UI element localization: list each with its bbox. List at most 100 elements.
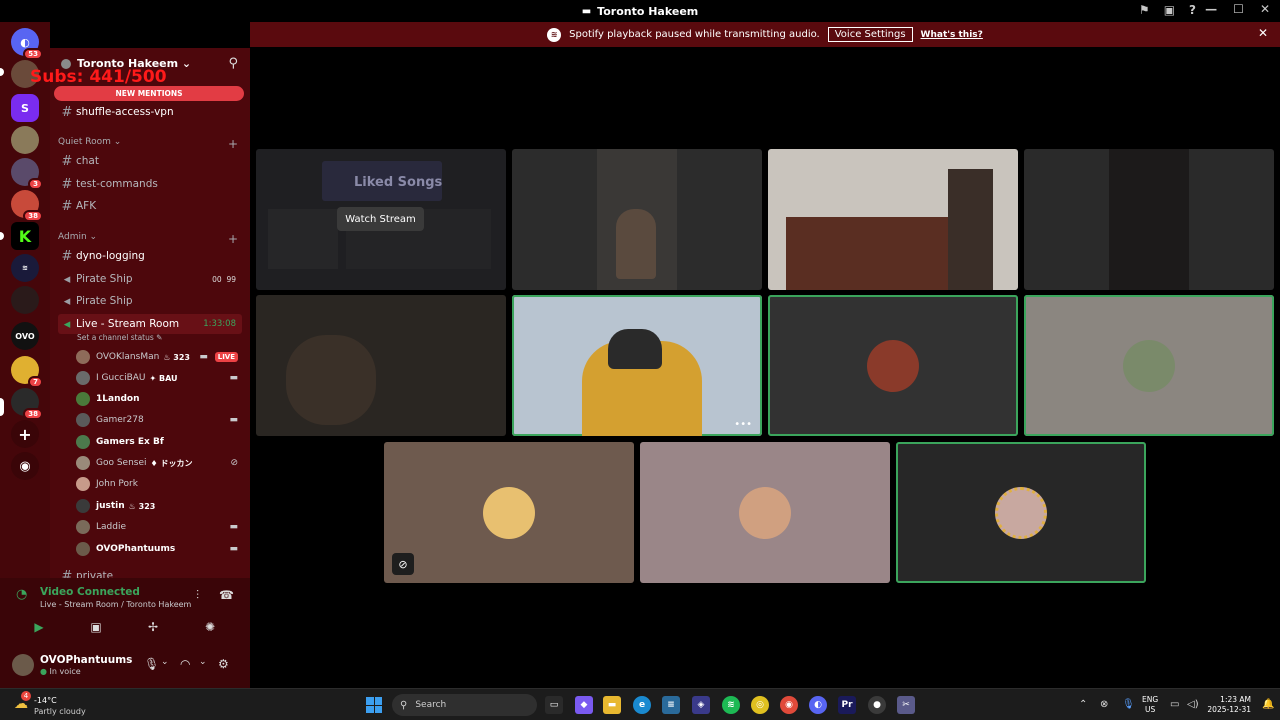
chevron-down-icon[interactable]: ⌄ [161,657,169,667]
weather-widget[interactable]: ☁ 4 -14°C Partly cloudy [12,691,102,717]
tray-chevron-icon[interactable]: ⌃ [1079,699,1087,710]
app-icon[interactable]: ◈ [692,696,710,714]
edge-icon[interactable]: e [633,696,651,714]
more-options-icon[interactable]: ••• [734,419,752,430]
member-row[interactable]: OVOPhantuums ▬ [76,539,242,559]
notepad-icon[interactable]: ≡ [662,696,680,714]
member-row[interactable]: I GucciBAU ✦ BAU ▬ [76,368,242,388]
noise-suppression-icon[interactable]: ⫶ [196,588,199,603]
language-indicator[interactable]: ENG US [1142,695,1158,715]
close-banner-icon[interactable]: ✕ [1258,26,1268,40]
member-row[interactable]: Gamers Ex Bf [76,432,242,452]
add-channel-icon[interactable]: + [228,137,238,151]
channel-private[interactable]: # private [58,566,242,579]
server-purple-icon[interactable]: S [11,94,39,122]
new-mentions-pill[interactable]: NEW MENTIONS [54,86,244,101]
minimize-button[interactable]: — [1205,2,1217,16]
member-row[interactable]: Goo Sensei ♦ ドッカン ⊘ [76,453,242,473]
app-icon[interactable]: ✂ [897,696,915,714]
server-dark-icon[interactable] [11,286,39,314]
server-ovo-icon[interactable]: OVO [11,322,39,350]
chrome-icon[interactable]: ◉ [780,696,798,714]
channel-shuffle-access-vpn[interactable]: # shuffle-access-vpn [58,102,242,122]
whats-this-link[interactable]: What's this? [921,30,983,40]
category-quiet-room[interactable]: Quiet Room ⌄ + [58,137,242,151]
start-button[interactable] [366,697,382,713]
user-name[interactable]: OVOPhantuums [40,654,132,666]
channel-dyno-logging[interactable]: # dyno-logging [58,246,242,266]
server-logo-icon[interactable]: ≋ [11,254,39,282]
add-server-icon[interactable]: + [11,420,39,448]
soundboard-button[interactable]: ✺ [185,616,235,638]
channel-pirate-ship-1[interactable]: ◂ Pirate Ship 00 99 [58,269,242,289]
avatar-tile[interactable]: ⊘ [384,442,634,583]
member-row[interactable]: Gamer278 ▬ [76,410,242,430]
channel-afk[interactable]: # AFK [58,196,242,216]
tray-network-icon[interactable]: ⊗ [1100,699,1108,710]
camera-button[interactable]: ▶ [14,616,64,638]
channel-status[interactable]: Set a channel status ✎ [77,333,162,342]
video-tile[interactable] [512,149,762,290]
avatar-tile-speaking[interactable] [896,442,1146,583]
settings-gear-icon[interactable]: ⚙ [218,657,229,671]
member-row[interactable]: 1Landon [76,389,242,409]
premiere-icon[interactable]: Pr [838,696,856,714]
volume-icon[interactable]: ◁) [1187,699,1199,710]
chevron-down-icon[interactable]: ⌄ [199,657,207,667]
avatar-tile-speaking[interactable] [1024,295,1274,436]
server-simpsons-icon[interactable]: 7 [11,356,43,388]
discover-icon[interactable]: ◉ [11,452,39,480]
microphone-icon[interactable]: 🎙 [144,657,159,671]
video-tile[interactable] [768,149,1018,290]
inbox-icon[interactable]: ▣ [1164,3,1175,17]
invite-people-icon[interactable]: ⚲ [228,56,238,71]
wifi-icon[interactable]: ▭ [1170,699,1179,710]
activities-button[interactable]: ✢ [128,616,178,638]
member-row[interactable]: justin ♨ 323 [76,496,242,516]
voice-settings-button[interactable]: Voice Settings [827,27,913,42]
voice-status-subtitle[interactable]: Live - Stream Room / Toronto Hakeem [40,600,191,609]
disconnect-icon[interactable]: ☎ [219,588,234,602]
tray-mic-icon[interactable]: 🎙 [1122,699,1135,710]
video-tile[interactable] [256,295,506,436]
avatar[interactable] [12,654,34,676]
server-phantom-icon[interactable]: 38 [11,388,43,420]
server-group-icon[interactable]: 3 [11,158,43,190]
taskbar-search[interactable]: ⚲ Search [392,694,537,716]
server-kick-icon[interactable]: K [11,222,39,250]
server-person-icon[interactable] [11,126,39,154]
voice-status-title[interactable]: Video Connected [40,586,140,598]
member-row[interactable]: John Pork [76,474,242,494]
headphones-icon[interactable]: ◠ [180,657,190,671]
notifications-icon[interactable]: 🔔 [1262,699,1274,710]
task-view-icon[interactable]: ▭ [545,696,563,714]
avatar-tile[interactable] [640,442,890,583]
category-admin[interactable]: Admin ⌄ + [58,232,242,246]
system-clock[interactable]: 1:23 AM 2025-12-31 [1207,695,1251,715]
channel-chat[interactable]: # chat [58,151,242,171]
signal-icon[interactable]: ◔ [16,587,27,602]
help-icon[interactable]: ? [1189,3,1196,17]
channel-test-commands[interactable]: # test-commands [58,174,242,194]
channel-live-stream-room[interactable]: ◂ Live - Stream Room 1:33:08 [58,314,242,334]
add-channel-icon[interactable]: + [228,232,238,246]
screen-share-button[interactable]: ▣ [71,616,121,638]
spotify-taskbar-icon[interactable]: ≋ [722,696,740,714]
discord-home-icon[interactable]: ◐ 53 [11,28,43,60]
avatar-tile-speaking[interactable] [768,295,1018,436]
member-row[interactable]: OVOKlansMan ♨ 323 ▬ LIVE [76,347,242,367]
watch-stream-button[interactable]: Watch Stream [337,207,424,231]
maximize-button[interactable]: ☐ [1233,2,1244,16]
server-mario-icon[interactable]: 38 [11,190,43,222]
flag-icon[interactable]: ⚑ [1139,3,1150,17]
obs-icon[interactable]: ● [868,696,886,714]
app-icon[interactable]: ◎ [751,696,769,714]
video-tile[interactable] [1024,149,1274,290]
channel-pirate-ship-2[interactable]: ◂ Pirate Ship [58,291,242,311]
close-window-button[interactable]: ✕ [1260,2,1270,16]
member-row[interactable]: Laddie ▬ [76,517,242,537]
video-tile-speaking[interactable]: ••• [512,295,762,436]
copilot-icon[interactable]: ◆ [575,696,593,714]
file-explorer-icon[interactable]: ▬ [603,696,621,714]
discord-taskbar-icon[interactable]: ◐ [809,696,827,714]
